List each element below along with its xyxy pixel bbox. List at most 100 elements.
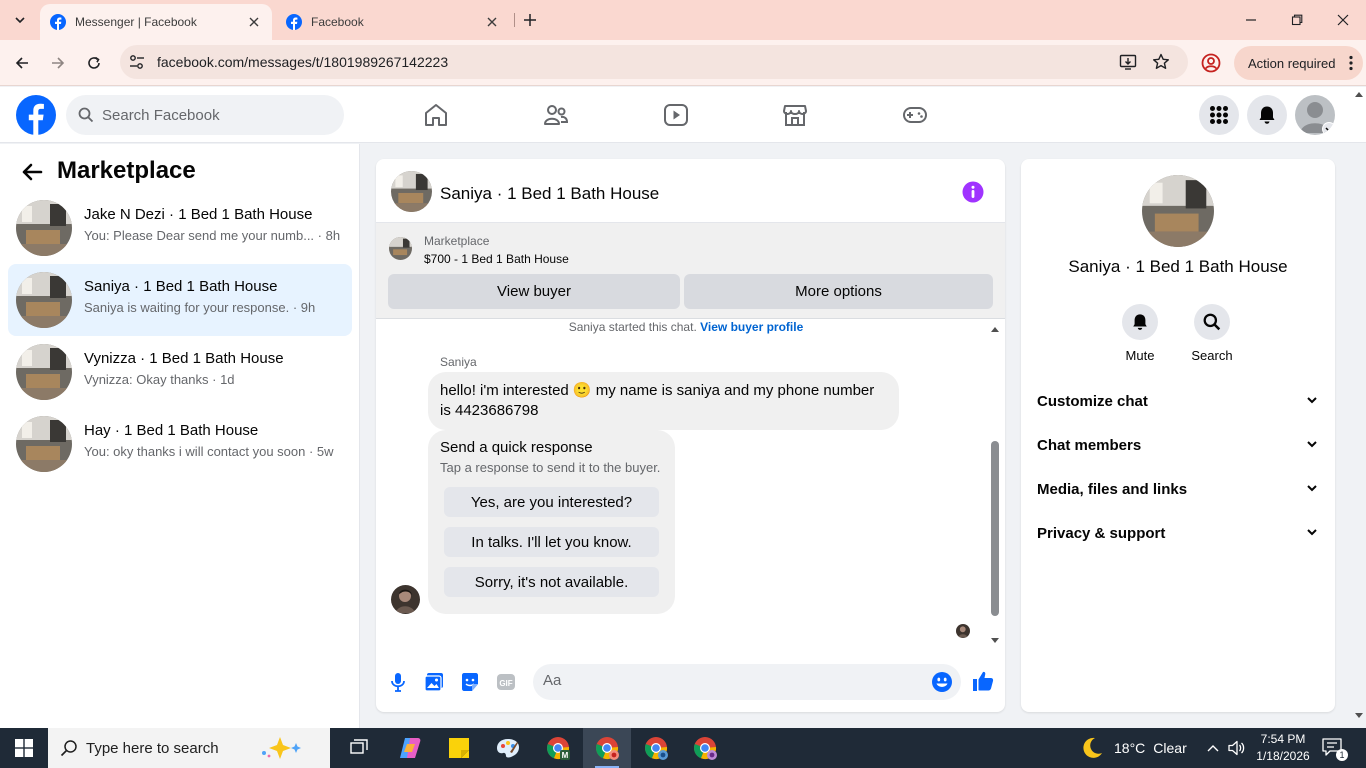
browser-profile-icon[interactable] [1200, 52, 1222, 74]
chat-avatar[interactable] [391, 171, 432, 212]
url-text[interactable]: facebook.com/messages/t/1801989267142223 [157, 54, 448, 70]
conversation-item[interactable]: Hay · 1 Bed 1 Bath House You: oky thanks… [8, 408, 352, 480]
view-buyer-button[interactable]: View buyer [388, 274, 680, 309]
bookmark-star-icon[interactable] [1152, 53, 1170, 71]
sender-avatar[interactable] [391, 585, 420, 614]
conversation-name: Jake N Dezi · 1 Bed 1 Bath House [84, 206, 313, 223]
restore-button[interactable] [1274, 0, 1320, 40]
conversation-snippet: Vynizza: Okay thanks · 1d [84, 372, 235, 387]
chat-panel: Saniya · 1 Bed 1 Bath House Marketplace … [376, 159, 1005, 712]
install-app-icon[interactable] [1119, 53, 1137, 71]
minimize-button[interactable] [1228, 0, 1274, 40]
marketplace-icon[interactable] [781, 101, 809, 129]
taskbar-clock[interactable]: 7:54 PM 1/18/2026 [1255, 731, 1311, 765]
media-files-links-section[interactable]: Media, files and links [1029, 467, 1327, 511]
facebook-logo-icon[interactable] [16, 95, 56, 135]
gaming-icon[interactable] [901, 101, 929, 129]
privacy-support-section[interactable]: Privacy & support [1029, 511, 1327, 555]
tab-facebook[interactable]: Facebook [276, 4, 510, 40]
chat-header: Saniya · 1 Bed 1 Bath House [376, 159, 1005, 223]
forward-button[interactable] [46, 51, 70, 75]
chevron-up-icon[interactable] [1203, 738, 1223, 758]
quick-response-option[interactable]: Yes, are you interested? [444, 487, 659, 517]
emoji-icon[interactable] [931, 671, 953, 693]
facebook-header [0, 87, 1366, 143]
volume-icon[interactable] [1227, 738, 1247, 758]
account-avatar[interactable] [1295, 95, 1335, 135]
quick-response-card: Send a quick response Tap a response to … [428, 430, 675, 614]
menu-grid-button[interactable] [1199, 95, 1239, 135]
taskbar-search[interactable] [48, 728, 330, 768]
chat-title[interactable]: Saniya · 1 Bed 1 Bath House [440, 184, 659, 204]
home-icon[interactable] [422, 101, 450, 129]
chrome-profile-icon[interactable] [681, 728, 729, 768]
chrome-active-app-icon[interactable] [583, 728, 631, 768]
watch-icon[interactable] [662, 101, 690, 129]
back-button[interactable] [10, 51, 34, 75]
quick-response-option[interactable]: Sorry, it's not available. [444, 567, 659, 597]
message-input-wrapper[interactable] [533, 664, 961, 700]
facebook-search-input[interactable] [102, 106, 322, 124]
chat-members-section[interactable]: Chat members [1029, 423, 1327, 467]
new-tab-button[interactable] [520, 10, 540, 30]
section-label: Media, files and links [1037, 480, 1188, 498]
details-title: Saniya · 1 Bed 1 Bath House [1068, 257, 1288, 276]
copilot-app-icon[interactable] [386, 728, 434, 768]
message-sender-name: Saniya [440, 355, 477, 369]
paint-app-icon[interactable] [484, 728, 532, 768]
listing-thumbnail [16, 272, 72, 328]
quick-response-option[interactable]: In talks. I'll let you know. [444, 527, 659, 557]
more-options-button[interactable]: More options [684, 274, 993, 309]
action-required-button[interactable]: Action required [1234, 46, 1364, 80]
search-in-chat-button[interactable]: Search [1182, 304, 1242, 363]
clock-time: 7:54 PM [1260, 732, 1306, 746]
chrome-profile-m-icon[interactable]: M [534, 728, 582, 768]
conversation-item[interactable]: Jake N Dezi · 1 Bed 1 Bath House You: Pl… [8, 192, 352, 264]
facebook-search[interactable] [66, 95, 344, 135]
info-icon[interactable] [962, 181, 984, 203]
reload-button[interactable] [82, 51, 106, 75]
friends-icon[interactable] [542, 101, 570, 129]
minimize-icon [1246, 19, 1256, 21]
conversation-item-selected[interactable]: Saniya · 1 Bed 1 Bath House Saniya is wa… [8, 264, 352, 336]
address-bar[interactable]: facebook.com/messages/t/1801989267142223 [120, 45, 1188, 79]
customize-chat-section[interactable]: Customize chat [1029, 379, 1327, 423]
details-avatar[interactable] [1142, 175, 1214, 247]
task-view-icon[interactable] [336, 728, 384, 768]
message-bubble[interactable]: hello! i'm interested 🙂 my name is saniy… [428, 372, 899, 430]
listing-title[interactable]: $700 - 1 Bed 1 Bath House [424, 252, 569, 266]
taskbar-search-input[interactable] [86, 739, 246, 757]
gif-icon[interactable]: GIF [495, 671, 517, 693]
back-arrow-icon[interactable] [20, 160, 44, 184]
page-scroll-down-icon[interactable] [1354, 712, 1364, 720]
photo-attach-icon[interactable] [423, 671, 445, 693]
search-icon [1194, 304, 1230, 340]
notifications-button[interactable] [1247, 95, 1287, 135]
tab-search-menu-button[interactable] [8, 8, 32, 32]
view-buyer-profile-link[interactable]: View buyer profile [700, 320, 803, 334]
site-info-icon[interactable] [128, 53, 146, 71]
close-icon[interactable] [484, 14, 500, 30]
thumbs-up-icon[interactable] [972, 670, 994, 692]
conversation-item[interactable]: Vynizza · 1 Bed 1 Bath House Vynizza: Ok… [8, 336, 352, 408]
chrome-profile-icon[interactable] [632, 728, 680, 768]
weather-widget[interactable]: 18°C Clear [1080, 728, 1187, 768]
page-scroll-up-icon[interactable] [1354, 90, 1364, 98]
microphone-icon[interactable] [387, 671, 409, 693]
scrollbar-thumb[interactable] [991, 441, 999, 616]
tab-messenger[interactable]: Messenger | Facebook [40, 4, 272, 40]
chevron-down-icon [15, 17, 25, 24]
notification-center-icon[interactable]: 1 [1322, 738, 1348, 761]
conversation-name: Saniya · 1 Bed 1 Bath House [84, 278, 278, 295]
close-window-button[interactable] [1320, 0, 1366, 40]
mute-button[interactable]: Mute [1110, 304, 1170, 363]
message-input[interactable] [543, 672, 913, 689]
windows-start-icon[interactable] [0, 728, 48, 768]
listing-thumbnail [389, 237, 412, 260]
menu-grid-icon [1210, 106, 1228, 124]
search-label: Search [1191, 348, 1233, 363]
sticker-icon[interactable] [459, 671, 481, 693]
close-icon[interactable] [246, 14, 262, 30]
sticky-notes-icon[interactable] [435, 728, 483, 768]
chat-scrollbar[interactable] [990, 321, 1000, 651]
